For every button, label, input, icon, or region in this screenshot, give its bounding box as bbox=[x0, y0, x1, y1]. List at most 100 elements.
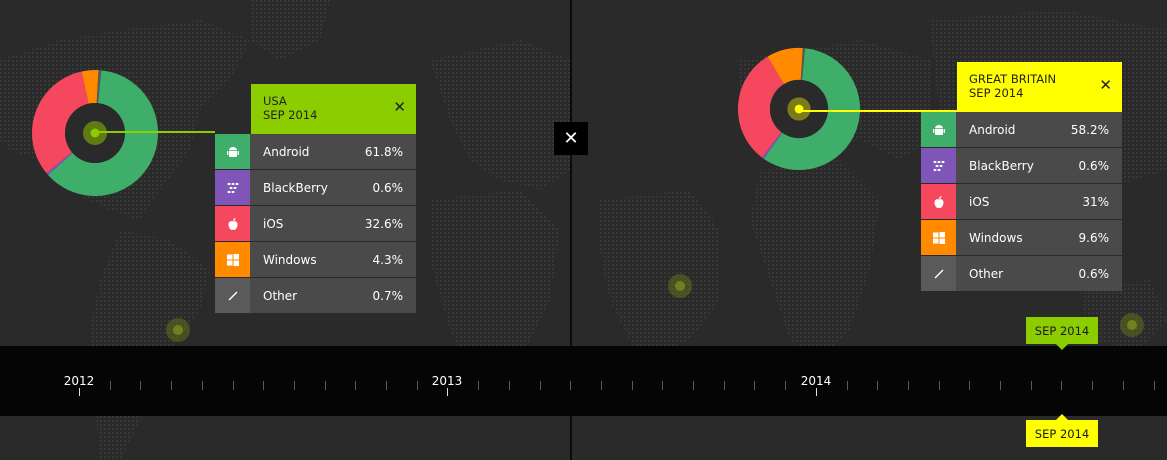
panel-country: GREAT BRITAIN bbox=[969, 72, 1057, 86]
os-share-value: 9.6% bbox=[1078, 230, 1110, 245]
os-row-windows: Windows 9.6% bbox=[921, 220, 1122, 255]
timeline-month-tick[interactable] bbox=[171, 381, 172, 390]
close-comparison-button[interactable]: ✕ bbox=[554, 122, 588, 155]
timeline-month-tick[interactable] bbox=[908, 381, 909, 390]
os-label-cell: iOS 31% bbox=[956, 184, 1122, 219]
os-label-cell: BlackBerry 0.6% bbox=[250, 170, 416, 205]
os-name: iOS bbox=[969, 194, 990, 209]
os-label-cell: Other 0.7% bbox=[250, 278, 416, 313]
timeline-month-tick[interactable] bbox=[847, 381, 848, 390]
marker-date-label: SEP 2014 bbox=[1034, 323, 1090, 338]
timeline-month-tick[interactable] bbox=[509, 381, 510, 390]
os-row-windows: Windows 4.3% bbox=[215, 242, 416, 277]
timeline-month-tick[interactable] bbox=[785, 381, 786, 390]
timeline-month-tick[interactable] bbox=[478, 381, 479, 390]
timeline-marker-yellow[interactable]: SEP 2014 bbox=[1026, 414, 1098, 447]
timeline-month-tick[interactable] bbox=[263, 381, 264, 390]
timeline-month-tick[interactable] bbox=[202, 381, 203, 390]
windows-icon bbox=[921, 220, 956, 255]
os-share-value: 58.2% bbox=[1070, 122, 1109, 137]
timeline-month-tick[interactable] bbox=[540, 381, 541, 390]
timeline-year-label[interactable]: 2013 bbox=[428, 374, 466, 388]
close-icon[interactable]: ✕ bbox=[393, 100, 406, 115]
usa-donut-chart bbox=[31, 70, 158, 196]
android-icon bbox=[215, 134, 250, 169]
timeline-month-tick[interactable] bbox=[1154, 381, 1155, 390]
panel-country: USA bbox=[263, 94, 287, 108]
timeline-month-tick[interactable] bbox=[417, 381, 418, 390]
marker-date-label: SEP 2014 bbox=[1034, 426, 1090, 441]
timeline-month-tick[interactable] bbox=[294, 381, 295, 390]
os-label-cell: Windows 4.3% bbox=[250, 242, 416, 277]
timeline-month-tick[interactable] bbox=[233, 381, 234, 390]
marker-pointer bbox=[1056, 344, 1068, 350]
timeline-month-tick[interactable] bbox=[1000, 381, 1001, 390]
blackberry-icon bbox=[215, 170, 250, 205]
great-britain-os-table: Android 58.2% BlackBerry 0.6% iOS 31% Windows 9… bbox=[921, 112, 1122, 292]
apple-icon bbox=[215, 206, 250, 241]
os-share-value: 4.3% bbox=[372, 252, 404, 267]
android-icon bbox=[921, 112, 956, 147]
location-marker-dot bbox=[794, 104, 804, 114]
os-row-blackberry: BlackBerry 0.6% bbox=[215, 170, 416, 205]
timeline-month-tick[interactable] bbox=[386, 381, 387, 390]
timeline-bar[interactable]: 2012 2013 2014 bbox=[0, 346, 1167, 416]
os-share-value: 61.8% bbox=[364, 144, 403, 159]
os-share-value: 32.6% bbox=[364, 216, 403, 231]
os-label-cell: Windows 9.6% bbox=[956, 220, 1122, 255]
timeline-month-tick[interactable] bbox=[939, 381, 940, 390]
blackberry-icon bbox=[921, 148, 956, 183]
timeline-month-tick[interactable] bbox=[570, 381, 571, 390]
os-share-value: 0.6% bbox=[1078, 158, 1110, 173]
timeline-month-tick[interactable] bbox=[1123, 381, 1124, 390]
os-name: Android bbox=[263, 144, 310, 159]
timeline-marker-green[interactable]: SEP 2014 bbox=[1026, 317, 1098, 350]
timeline-month-tick[interactable] bbox=[632, 381, 633, 390]
os-name: Other bbox=[969, 266, 1004, 281]
other-icon bbox=[215, 278, 250, 313]
other-icon bbox=[921, 256, 956, 291]
os-label-cell: iOS 32.6% bbox=[250, 206, 416, 241]
os-label-cell: Android 58.2% bbox=[956, 112, 1122, 147]
marker-pointer bbox=[1056, 414, 1068, 420]
timeline-month-tick[interactable] bbox=[693, 381, 694, 390]
timeline-month-tick[interactable] bbox=[1092, 381, 1093, 390]
great-britain-panel-header: GREAT BRITAIN SEP 2014 ✕ bbox=[957, 62, 1122, 112]
timeline-month-tick[interactable] bbox=[877, 381, 878, 390]
timeline-month-tick[interactable] bbox=[355, 381, 356, 390]
os-row-ios: iOS 32.6% bbox=[215, 206, 416, 241]
os-label-cell: Other 0.6% bbox=[956, 256, 1122, 291]
os-label-cell: BlackBerry 0.6% bbox=[956, 148, 1122, 183]
timeline-month-tick[interactable] bbox=[754, 381, 755, 390]
close-icon[interactable]: ✕ bbox=[1099, 78, 1112, 93]
location-marker-dot bbox=[90, 128, 100, 138]
usa-os-table: Android 61.8% BlackBerry 0.6% iOS 32.6% Window… bbox=[215, 134, 416, 314]
os-name: BlackBerry bbox=[263, 180, 328, 195]
os-label-cell: Android 61.8% bbox=[250, 134, 416, 169]
timeline-month-tick[interactable] bbox=[110, 381, 111, 390]
os-row-other: Other 0.7% bbox=[215, 278, 416, 313]
timeline-month-tick[interactable] bbox=[601, 381, 602, 390]
timeline-month-tick[interactable] bbox=[724, 381, 725, 390]
great-britain-donut-chart bbox=[737, 47, 861, 171]
timeline-year-label[interactable]: 2012 bbox=[60, 374, 98, 388]
usa-panel-header: USA SEP 2014 ✕ bbox=[251, 84, 416, 134]
timeline-month-tick[interactable] bbox=[140, 381, 141, 390]
timeline-month-tick[interactable] bbox=[1031, 381, 1032, 390]
os-name: iOS bbox=[263, 216, 284, 231]
os-name: Other bbox=[263, 288, 298, 303]
os-row-ios: iOS 31% bbox=[921, 184, 1122, 219]
timeline-month-tick[interactable] bbox=[325, 381, 326, 390]
os-share-value: 0.6% bbox=[1078, 266, 1110, 281]
os-row-android: Android 61.8% bbox=[215, 134, 416, 169]
os-row-blackberry: BlackBerry 0.6% bbox=[921, 148, 1122, 183]
timeline-year-label[interactable]: 2014 bbox=[797, 374, 835, 388]
os-row-other: Other 0.6% bbox=[921, 256, 1122, 291]
timeline-month-tick[interactable] bbox=[1061, 381, 1062, 390]
os-share-value: 0.6% bbox=[372, 180, 404, 195]
windows-icon bbox=[215, 242, 250, 277]
timeline-month-tick[interactable] bbox=[969, 381, 970, 390]
os-share-value: 31% bbox=[1082, 194, 1109, 209]
os-row-android: Android 58.2% bbox=[921, 112, 1122, 147]
timeline-month-tick[interactable] bbox=[662, 381, 663, 390]
